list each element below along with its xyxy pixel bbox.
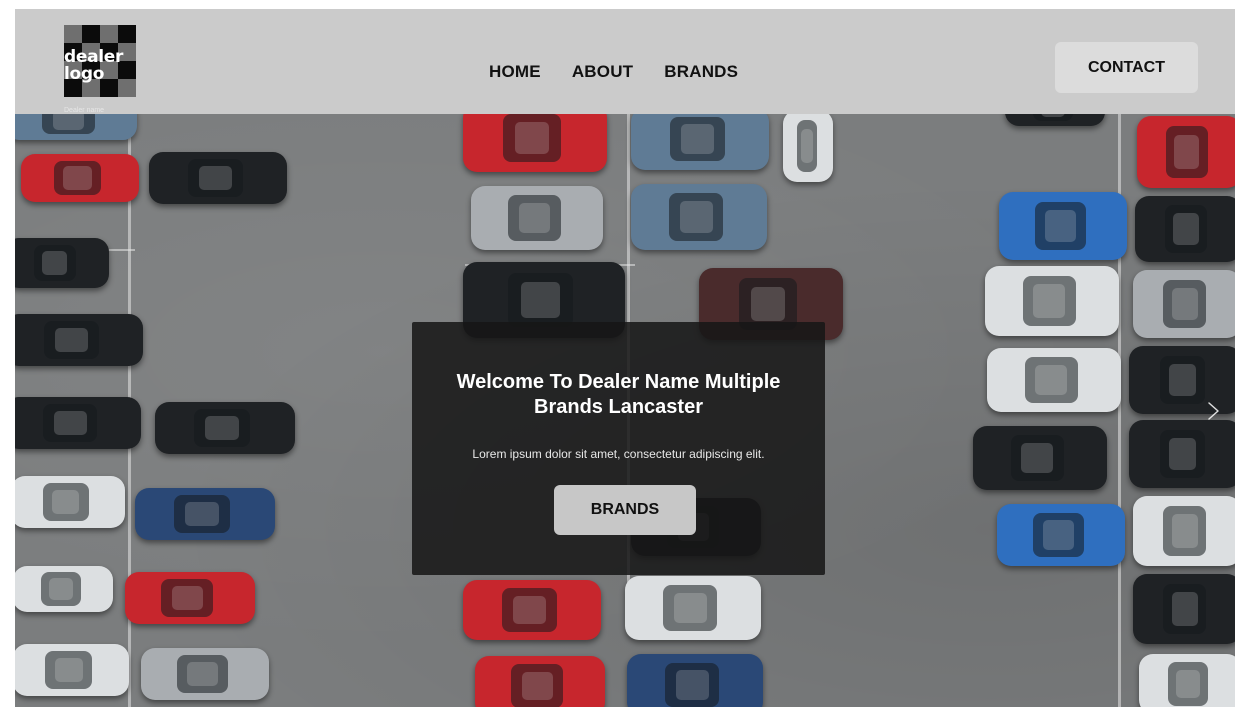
dealer-name: Dealer name: [64, 107, 105, 114]
parked-car: [21, 154, 139, 202]
parked-car: [1135, 196, 1235, 262]
parked-car: [125, 572, 255, 624]
parked-car: [135, 488, 275, 540]
parked-car: [149, 152, 287, 204]
parked-car: [141, 648, 269, 700]
page-frame: dealer logo Dealer name HOME ABOUT BRAND…: [15, 9, 1235, 707]
parked-car: [15, 238, 109, 288]
hero-banner: Welcome To Dealer Name Multiple Brands L…: [15, 92, 1235, 707]
parked-car: [631, 184, 767, 250]
parked-car: [15, 476, 125, 528]
parked-car: [1133, 496, 1235, 566]
parked-car: [999, 192, 1127, 260]
hero-title: Welcome To Dealer Name Multiple Brands L…: [456, 371, 781, 418]
parked-car: [15, 397, 141, 449]
parked-car: [15, 314, 143, 366]
nav-home[interactable]: HOME: [489, 62, 541, 82]
logo-text: dealer logo: [64, 47, 124, 84]
parked-car: [783, 110, 833, 182]
nav-brands[interactable]: BRANDS: [664, 62, 738, 82]
site-header: dealer logo Dealer name HOME ABOUT BRAND…: [15, 9, 1235, 114]
hero-overlay-box: Welcome To Dealer Name Multiple Brands L…: [412, 322, 825, 575]
hero-subtitle: Lorem ipsum dolor sit amet, consectetur …: [472, 447, 765, 461]
parked-car: [1129, 420, 1235, 488]
parked-car: [997, 504, 1125, 566]
parked-car: [475, 656, 605, 707]
hero-brands-button[interactable]: BRANDS: [554, 485, 696, 535]
parked-car: [973, 426, 1107, 490]
parked-car: [625, 576, 761, 640]
parked-car: [987, 348, 1121, 412]
parked-car: [471, 186, 603, 250]
parked-car: [15, 566, 113, 612]
dealer-logo[interactable]: dealer logo: [64, 25, 136, 97]
parked-car: [1133, 574, 1235, 644]
parked-car: [627, 654, 763, 707]
main-nav: HOME ABOUT BRANDS: [489, 62, 738, 82]
parked-car: [1137, 116, 1235, 188]
parked-car: [631, 108, 769, 170]
parked-car: [463, 580, 601, 640]
parked-car: [1133, 270, 1235, 338]
nav-about[interactable]: ABOUT: [572, 62, 633, 82]
parked-car: [1139, 654, 1235, 707]
parked-car: [15, 644, 129, 696]
parked-car: [985, 266, 1119, 336]
chevron-right-icon[interactable]: [1202, 400, 1224, 422]
contact-button[interactable]: CONTACT: [1055, 42, 1198, 93]
parked-car: [463, 104, 607, 172]
parked-car: [155, 402, 295, 454]
